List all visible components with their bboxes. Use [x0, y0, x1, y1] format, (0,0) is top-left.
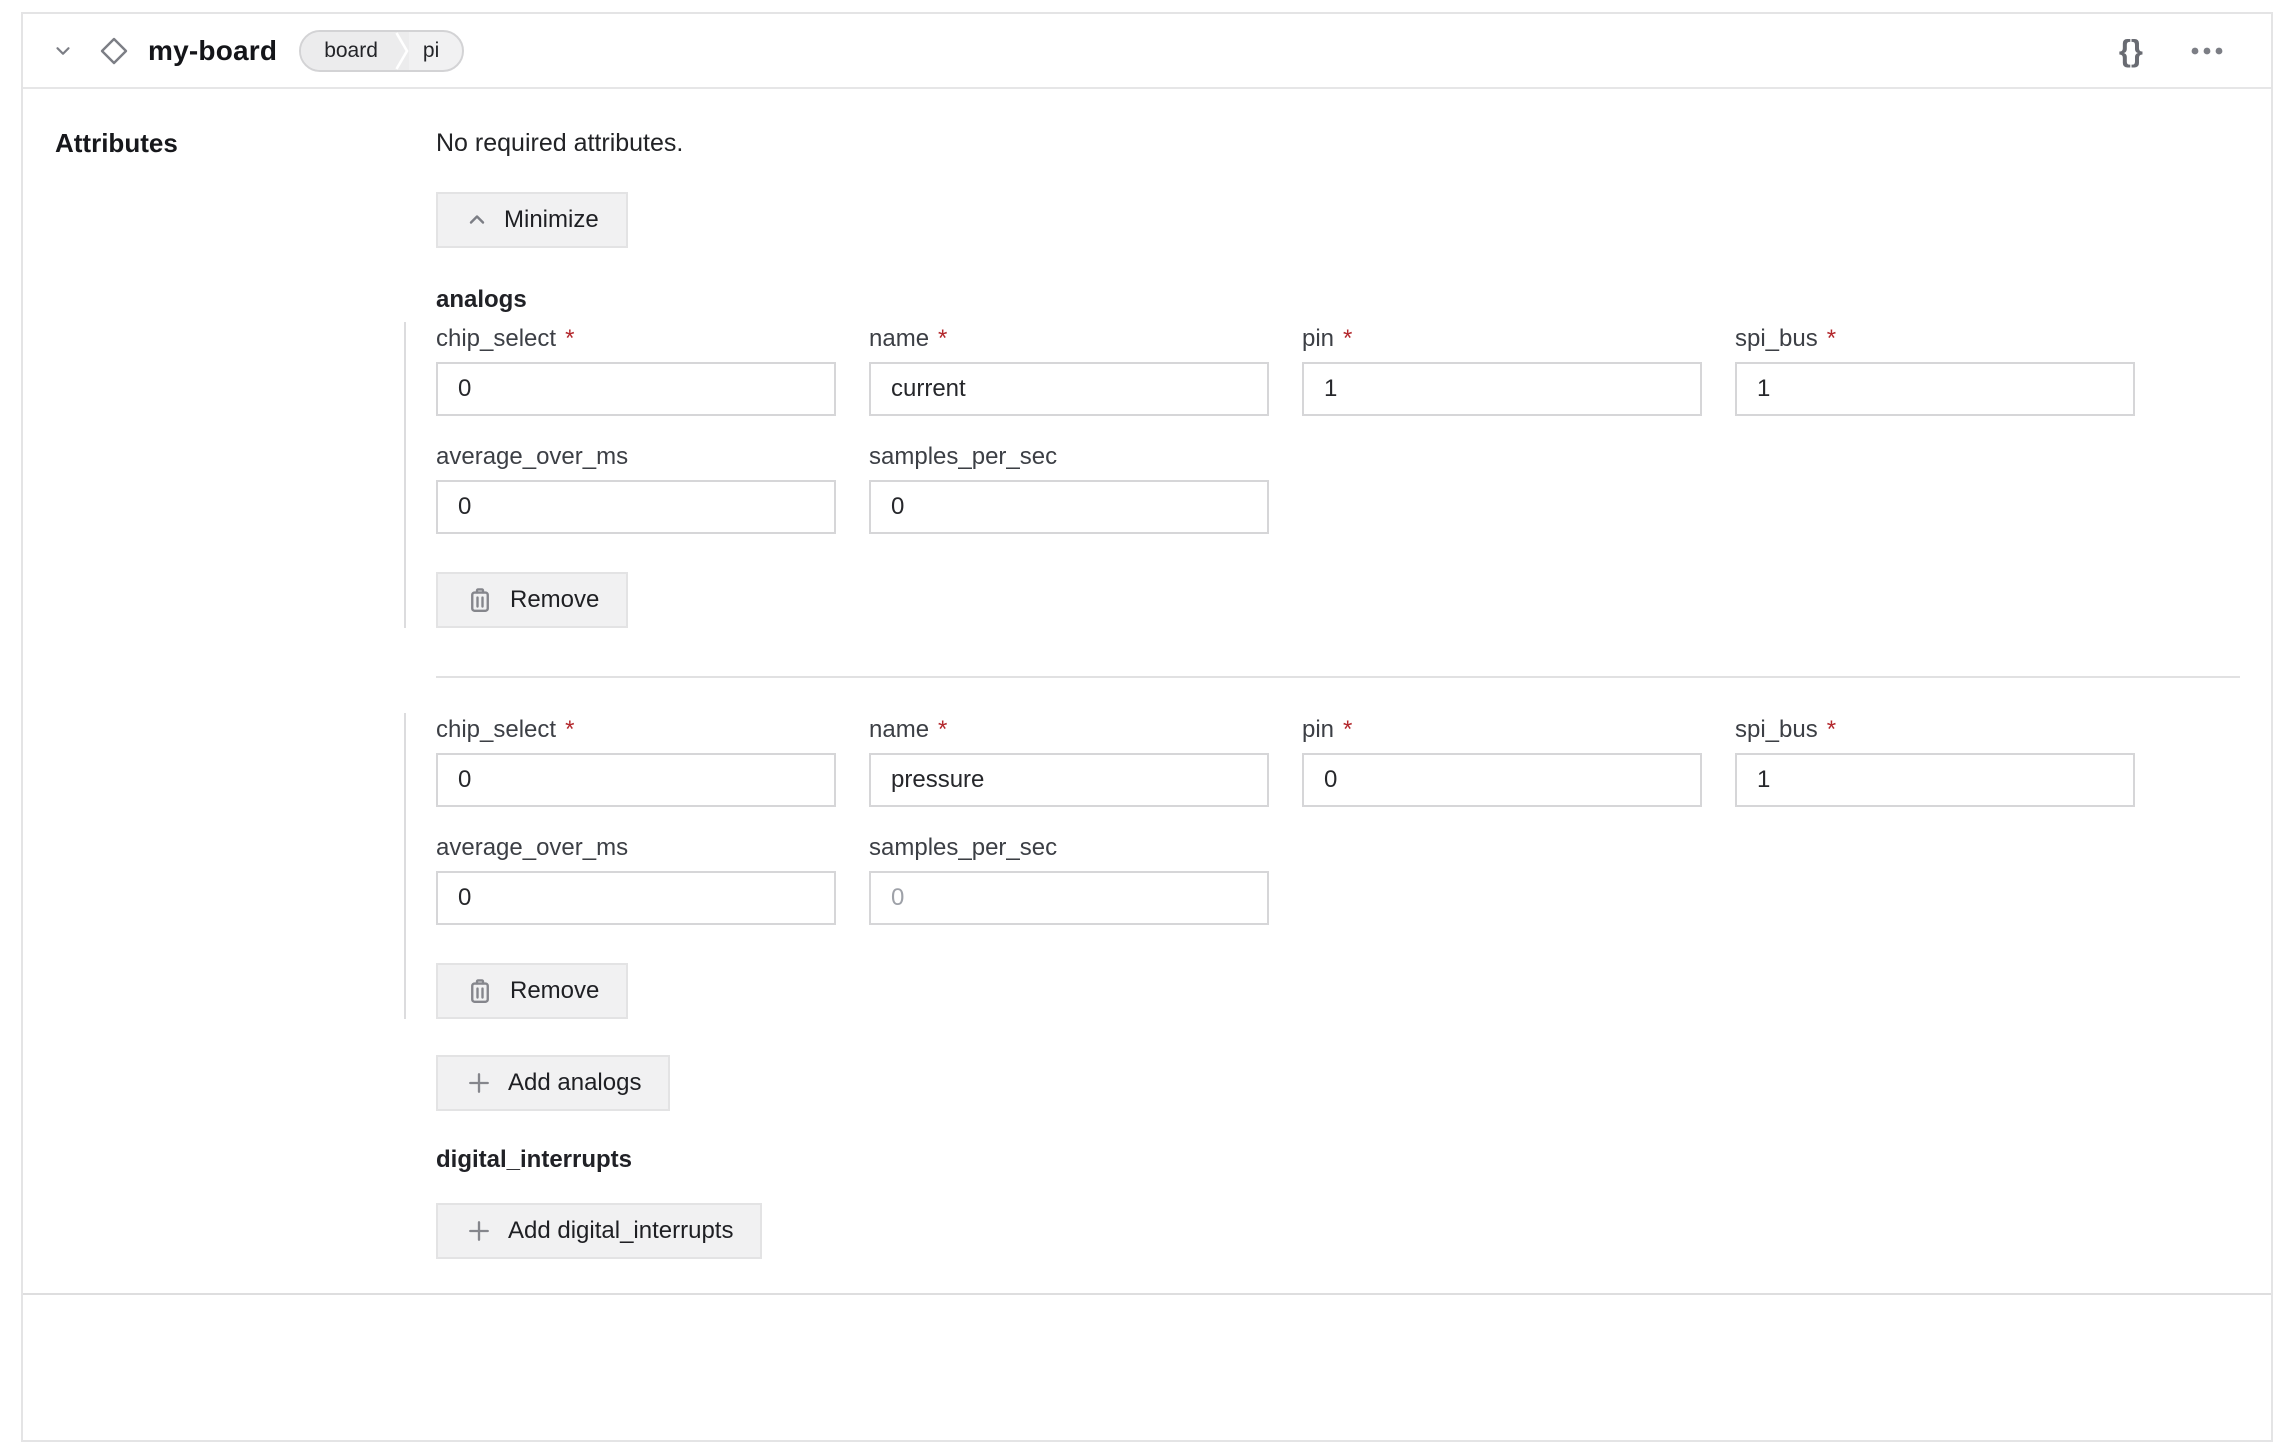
chip-select-input[interactable]: [436, 753, 836, 807]
attributes-form: No required attributes. Minimize analogs…: [436, 126, 2240, 1259]
field-label: name*: [869, 715, 1269, 745]
pin-input[interactable]: [1302, 753, 1702, 807]
field-spi-bus: spi_bus*: [1735, 715, 2135, 807]
field-label: spi_bus*: [1735, 715, 2135, 745]
component-card: my-board board pi {} Attributes No requi…: [21, 12, 2273, 1442]
component-type-icon: [98, 35, 130, 67]
name-input[interactable]: [869, 362, 1269, 416]
spi-bus-input[interactable]: [1735, 362, 2135, 416]
required-marker: *: [565, 324, 574, 354]
required-marker: *: [1827, 324, 1836, 354]
field-average-over-ms: average_over_ms: [436, 442, 836, 534]
field-label: name*: [869, 324, 1269, 354]
remove-analog-button[interactable]: Remove: [436, 572, 628, 628]
add-analogs-button-label: Add analogs: [508, 1069, 641, 1097]
section-label-column: Attributes: [55, 126, 436, 1259]
field-average-over-ms: average_over_ms: [436, 833, 836, 925]
chevron-up-icon: [465, 208, 489, 232]
trash-icon: [465, 976, 495, 1006]
component-model-badge: board pi: [299, 30, 464, 72]
field-name: name*: [869, 324, 1269, 416]
section-title: Attributes: [55, 126, 436, 160]
required-marker: *: [938, 715, 947, 745]
attributes-section: Attributes No required attributes. Minim…: [23, 89, 2271, 1293]
required-marker: *: [1343, 715, 1352, 745]
analogs-label: analogs: [436, 285, 2240, 315]
spi-bus-input[interactable]: [1735, 753, 2135, 807]
field-label: chip_select*: [436, 324, 836, 354]
required-marker: *: [1343, 324, 1352, 354]
field-pin: pin*: [1302, 324, 1702, 416]
remove-button-label: Remove: [510, 977, 599, 1005]
raw-json-toggle-button[interactable]: {}: [2119, 35, 2143, 66]
field-samples-per-sec: samples_per_sec: [869, 833, 1269, 925]
analog-item: chip_select* name* pin* spi_bus*: [404, 713, 2240, 1019]
trash-icon: [465, 585, 495, 615]
required-marker: *: [565, 715, 574, 745]
field-label: chip_select*: [436, 715, 836, 745]
average-over-ms-input[interactable]: [436, 871, 836, 925]
required-marker: *: [938, 324, 947, 354]
component-type-tag: board: [301, 32, 395, 70]
remove-analog-button[interactable]: Remove: [436, 963, 628, 1019]
field-label: pin*: [1302, 324, 1702, 354]
average-over-ms-input[interactable]: [436, 480, 836, 534]
field-chip-select: chip_select*: [436, 324, 836, 416]
ellipsis-icon: [2189, 45, 2225, 57]
pin-input[interactable]: [1302, 362, 1702, 416]
add-digital-interrupts-button-label: Add digital_interrupts: [508, 1217, 733, 1245]
card-menu-button[interactable]: [2189, 45, 2225, 57]
plus-icon: [465, 1217, 493, 1245]
badge-chevron-divider-icon: [395, 32, 409, 70]
component-model-tag: pi: [409, 32, 462, 70]
digital-interrupts-label: digital_interrupts: [436, 1145, 2240, 1175]
field-spi-bus: spi_bus*: [1735, 324, 2135, 416]
analog-item: chip_select* name* pin* spi_bus*: [404, 322, 2240, 628]
field-name: name*: [869, 715, 1269, 807]
field-label: average_over_ms: [436, 442, 836, 472]
analog-item-fields: chip_select* name* pin* spi_bus*: [436, 324, 2240, 534]
field-label: spi_bus*: [1735, 324, 2135, 354]
no-required-attributes-note: No required attributes.: [436, 126, 2240, 160]
minimize-button[interactable]: Minimize: [436, 192, 628, 248]
next-section-divider: [23, 1293, 2271, 1295]
minimize-button-label: Minimize: [504, 206, 599, 234]
required-marker: *: [1827, 715, 1836, 745]
field-samples-per-sec: samples_per_sec: [869, 442, 1269, 534]
collapse-chevron-icon[interactable]: [52, 40, 74, 62]
analog-items-divider: [436, 676, 2240, 678]
analog-item-fields: chip_select* name* pin* spi_bus*: [436, 715, 2240, 925]
field-label: samples_per_sec: [869, 833, 1269, 863]
add-analogs-button[interactable]: Add analogs: [436, 1055, 670, 1111]
field-label: average_over_ms: [436, 833, 836, 863]
braces-icon: {}: [2119, 35, 2143, 66]
remove-button-label: Remove: [510, 586, 599, 614]
name-input[interactable]: [869, 753, 1269, 807]
field-label: samples_per_sec: [869, 442, 1269, 472]
component-name: my-board: [148, 35, 277, 67]
samples-per-sec-input[interactable]: [869, 871, 1269, 925]
component-card-header: my-board board pi {}: [23, 14, 2271, 89]
samples-per-sec-input[interactable]: [869, 480, 1269, 534]
field-chip-select: chip_select*: [436, 715, 836, 807]
chip-select-input[interactable]: [436, 362, 836, 416]
field-pin: pin*: [1302, 715, 1702, 807]
plus-icon: [465, 1069, 493, 1097]
add-digital-interrupts-button[interactable]: Add digital_interrupts: [436, 1203, 762, 1259]
field-label: pin*: [1302, 715, 1702, 745]
